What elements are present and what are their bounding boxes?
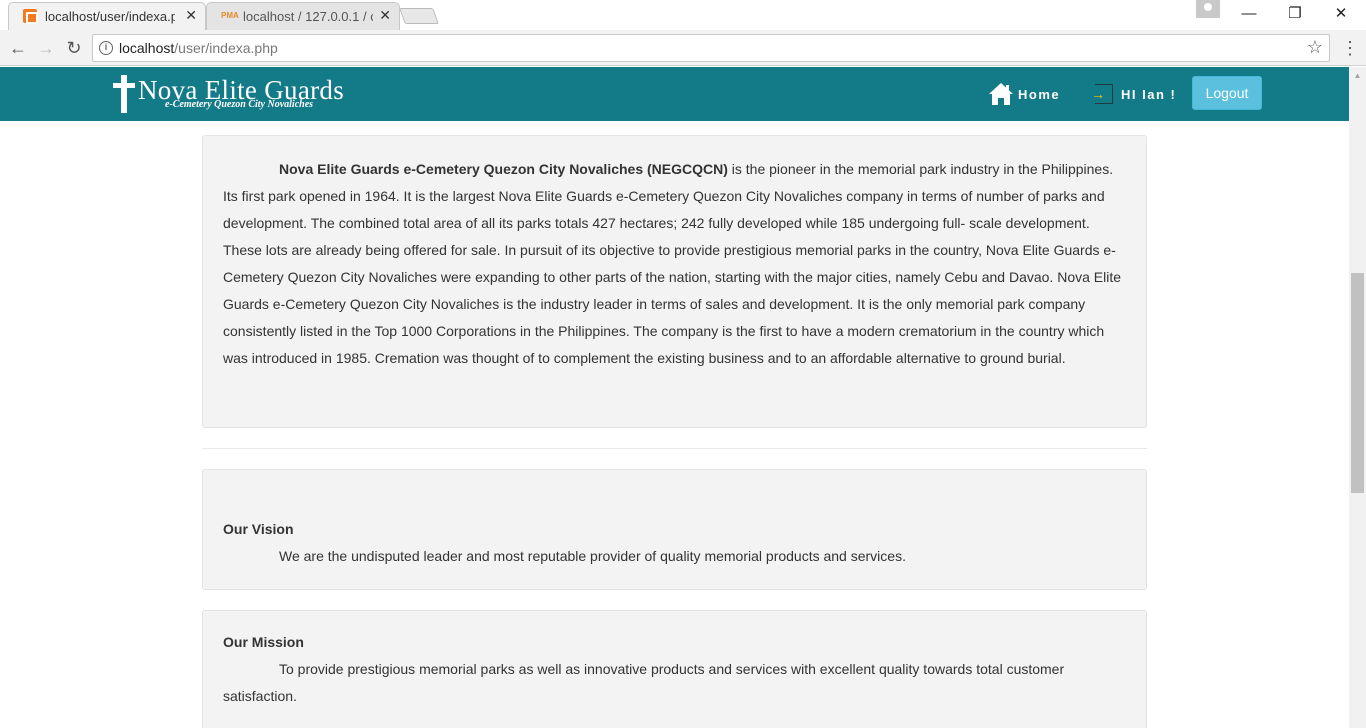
nav-home-label: Home xyxy=(1018,86,1061,102)
profile-icon[interactable] xyxy=(1196,0,1220,18)
home-icon xyxy=(989,83,1013,105)
logout-button[interactable]: Logout xyxy=(1192,76,1262,110)
page-scrollbar[interactable]: ▲ xyxy=(1349,67,1366,728)
about-panel: Nova Elite Guards e-Cemetery Quezon City… xyxy=(202,135,1147,428)
page-viewport: Nova Elite Guards e-Cemetery Quezon City… xyxy=(0,67,1349,728)
url-path: /user/indexa.php xyxy=(174,40,278,56)
reload-icon[interactable]: ↻ xyxy=(62,36,86,60)
site-info-icon[interactable]: i xyxy=(99,41,113,55)
back-icon[interactable]: ← xyxy=(6,36,30,60)
bookmark-star-icon[interactable]: ☆ xyxy=(1307,37,1323,58)
browser-tab-inactive[interactable]: PMA localhost / 127.0.0.1 / ce ✕ xyxy=(206,2,400,30)
nav-home-link[interactable]: Home xyxy=(988,81,1060,107)
brand-tagline: e-Cemetery Quezon City Novaliches xyxy=(165,99,314,110)
address-bar[interactable]: i localhost/user/indexa.php ☆ xyxy=(92,34,1330,62)
xampp-icon xyxy=(23,9,38,24)
maximize-button[interactable]: ❐ xyxy=(1272,2,1318,26)
about-text: is the pioneer in the memorial park indu… xyxy=(223,161,1122,366)
mission-text: To provide prestigious memorial parks as… xyxy=(223,661,1065,704)
cross-icon xyxy=(112,75,136,113)
about-paragraph: Nova Elite Guards e-Cemetery Quezon City… xyxy=(223,156,1126,372)
new-tab-button[interactable] xyxy=(399,8,439,24)
site-header: Nova Elite Guards e-Cemetery Quezon City… xyxy=(0,67,1349,121)
tab-title: localhost / 127.0.0.1 / ce xyxy=(243,9,373,24)
minimize-button[interactable]: — xyxy=(1226,2,1272,26)
browser-toolbar: ← → ↻ i localhost/user/indexa.php ☆ ⋮ xyxy=(0,30,1366,66)
section-divider xyxy=(202,448,1147,449)
phpmyadmin-icon: PMA xyxy=(221,11,239,20)
browser-tab-bar: localhost/user/indexa.ph ✕ PMA localhost… xyxy=(0,0,1366,30)
address-url[interactable]: localhost/user/indexa.php xyxy=(119,40,278,56)
close-window-button[interactable]: ✕ xyxy=(1318,2,1364,26)
mission-panel: Our Mission To provide prestigious memor… xyxy=(202,610,1147,728)
browser-menu-icon[interactable]: ⋮ xyxy=(1340,36,1360,60)
scroll-up-arrow-icon[interactable]: ▲ xyxy=(1349,67,1366,84)
user-greeting-label: HI Ian ! xyxy=(1121,86,1177,102)
close-tab-icon[interactable]: ✕ xyxy=(379,7,391,24)
scrollbar-thumb[interactable] xyxy=(1351,273,1364,493)
vision-heading: Our Vision xyxy=(223,521,294,537)
mission-heading: Our Mission xyxy=(223,634,304,650)
vision-panel: Our Vision We are the undisputed leader … xyxy=(202,469,1147,590)
about-lead-bold: Nova Elite Guards e-Cemetery Quezon City… xyxy=(279,161,728,177)
sign-in-icon: → xyxy=(1091,82,1115,106)
nav-user-greeting[interactable]: → HI Ian ! xyxy=(1091,81,1176,107)
vision-text: We are the undisputed leader and most re… xyxy=(279,548,906,564)
url-host: localhost xyxy=(119,40,175,56)
browser-tab-active[interactable]: localhost/user/indexa.ph ✕ xyxy=(8,2,206,30)
forward-icon[interactable]: → xyxy=(34,36,58,60)
close-tab-icon[interactable]: ✕ xyxy=(185,7,197,24)
tab-title: localhost/user/indexa.ph xyxy=(45,9,175,24)
